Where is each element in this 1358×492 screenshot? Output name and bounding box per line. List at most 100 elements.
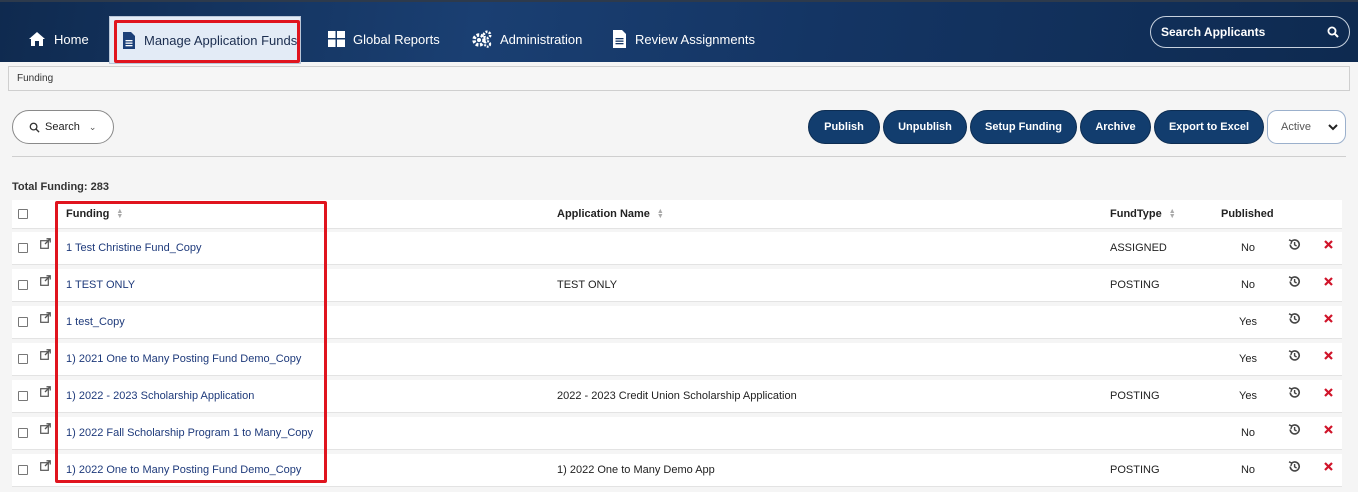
- chevron-down-icon: ⌄: [88, 121, 97, 132]
- nav-administration[interactable]: Administration: [472, 16, 582, 62]
- search-applicants-placeholder: Search Applicants: [1161, 25, 1266, 39]
- published-cell: No: [1240, 427, 1256, 439]
- row-checkbox[interactable]: [18, 354, 28, 364]
- fundtype-cell: ASSIGNED: [1110, 242, 1167, 254]
- document-icon: [123, 31, 135, 49]
- row-checkbox[interactable]: [18, 391, 28, 401]
- home-icon: [29, 32, 45, 46]
- row-checkbox[interactable]: [18, 243, 28, 253]
- search-applicants-input[interactable]: Search Applicants: [1150, 16, 1350, 48]
- row-checkbox[interactable]: [18, 428, 28, 438]
- table-row: 1 TEST ONLY TEST ONLY POSTING No: [12, 269, 1342, 302]
- select-all-checkbox[interactable]: [18, 209, 28, 219]
- row-checkbox[interactable]: [18, 280, 28, 290]
- external-link-icon[interactable]: [40, 311, 51, 323]
- external-link-icon[interactable]: [40, 274, 51, 286]
- external-link-icon[interactable]: [40, 422, 51, 434]
- table-row: 1 Test Christine Fund_Copy ASSIGNED No: [12, 232, 1342, 265]
- row-checkbox[interactable]: [18, 317, 28, 327]
- funding-link[interactable]: 1) 2022 - 2023 Scholarship Application: [66, 380, 254, 412]
- history-icon[interactable]: [1288, 423, 1301, 436]
- published-cell: No: [1240, 242, 1256, 254]
- external-link-icon[interactable]: [40, 385, 51, 397]
- application-name-cell: 1) 2022 One to Many Demo App: [557, 464, 715, 476]
- nav-manage-application-funds[interactable]: Manage Application Funds: [109, 16, 301, 64]
- publish-button[interactable]: Publish: [808, 110, 880, 144]
- external-link-icon[interactable]: [40, 237, 51, 249]
- nav-review-label: Review Assignments: [635, 31, 755, 47]
- application-name-cell: 2022 - 2023 Credit Union Scholarship App…: [557, 390, 797, 402]
- chevron-down-icon: [1328, 124, 1338, 131]
- published-cell: Yes: [1239, 390, 1257, 402]
- nav-global-reports[interactable]: Global Reports: [328, 16, 440, 62]
- column-header-published: Published: [1221, 200, 1274, 228]
- delete-icon[interactable]: [1324, 276, 1333, 286]
- table-row: 1) 2022 - 2023 Scholarship Application 20…: [12, 380, 1342, 413]
- total-funding-count: Total Funding: 283: [12, 181, 109, 193]
- history-icon[interactable]: [1288, 238, 1301, 251]
- fundtype-cell: POSTING: [1110, 464, 1160, 476]
- divider: [12, 156, 1346, 157]
- nav-home[interactable]: Home: [28, 16, 89, 62]
- funding-link[interactable]: 1) 2022 One to Many Posting Fund Demo_Co…: [66, 454, 301, 486]
- application-name-cell: TEST ONLY: [557, 279, 618, 291]
- status-select-value: Active: [1281, 121, 1311, 133]
- published-cell: No: [1240, 464, 1256, 476]
- sort-icon[interactable]: ▲ ▼: [657, 208, 664, 220]
- published-cell: Yes: [1239, 353, 1257, 365]
- table-row: 1 test_Copy Yes: [12, 306, 1342, 339]
- delete-icon[interactable]: [1324, 350, 1333, 360]
- delete-icon[interactable]: [1324, 239, 1333, 249]
- dashboard-icon: [328, 31, 345, 47]
- table-row: 1) 2021 One to Many Posting Fund Demo_Co…: [12, 343, 1342, 376]
- funding-link[interactable]: 1) 2021 One to Many Posting Fund Demo_Co…: [66, 343, 301, 375]
- funding-link[interactable]: 1 Test Christine Fund_Copy: [66, 232, 202, 264]
- fundtype-cell: POSTING: [1110, 279, 1160, 291]
- history-icon[interactable]: [1288, 349, 1301, 362]
- nav-manage-label: Manage Application Funds: [144, 32, 298, 48]
- funding-link[interactable]: 1) 2022 Fall Scholarship Program 1 to Ma…: [66, 417, 313, 449]
- column-header-funding[interactable]: Funding ▲ ▼: [66, 200, 123, 228]
- table-row: 1) 2022 Fall Scholarship Program 1 to Ma…: [12, 417, 1342, 450]
- gears-icon: [472, 30, 492, 48]
- status-select[interactable]: Active: [1267, 110, 1346, 144]
- external-link-icon[interactable]: [40, 348, 51, 360]
- nav-admin-label: Administration: [500, 31, 583, 47]
- published-cell: No: [1240, 279, 1256, 291]
- delete-icon[interactable]: [1324, 313, 1333, 323]
- table-row: 1) 2022 One to Many Posting Fund Demo_Co…: [12, 454, 1342, 487]
- export-to-excel-button[interactable]: Export to Excel: [1154, 110, 1264, 144]
- external-link-icon[interactable]: [40, 459, 51, 471]
- nav-home-label: Home: [54, 31, 89, 47]
- search-filter-label: Search: [45, 121, 80, 133]
- history-icon[interactable]: [1288, 275, 1301, 288]
- column-header-application-name[interactable]: Application Name ▲ ▼: [557, 200, 664, 228]
- delete-icon[interactable]: [1324, 424, 1333, 434]
- column-fundtype-label: FundType: [1110, 208, 1162, 220]
- row-checkbox[interactable]: [18, 465, 28, 475]
- history-icon[interactable]: [1288, 460, 1301, 473]
- search-icon: [29, 122, 40, 133]
- archive-button[interactable]: Archive: [1080, 110, 1151, 144]
- delete-icon[interactable]: [1324, 387, 1333, 397]
- delete-icon[interactable]: [1324, 461, 1333, 471]
- sort-icon[interactable]: ▲ ▼: [116, 208, 123, 220]
- search-icon[interactable]: [1327, 26, 1339, 38]
- history-icon[interactable]: [1288, 312, 1301, 325]
- sort-icon[interactable]: ▲ ▼: [1169, 208, 1176, 220]
- search-filter-button[interactable]: Search ⌄: [12, 110, 114, 144]
- breadcrumb-current: Funding: [17, 73, 54, 84]
- document-icon: [613, 30, 626, 48]
- nav-review-assignments[interactable]: Review Assignments: [612, 16, 755, 62]
- funding-link[interactable]: 1 TEST ONLY: [66, 269, 135, 301]
- unpublish-button[interactable]: Unpublish: [883, 110, 967, 144]
- funding-link[interactable]: 1 test_Copy: [66, 306, 125, 338]
- history-icon[interactable]: [1288, 386, 1301, 399]
- column-published-label: Published: [1221, 208, 1274, 220]
- top-navigation: Home Manage Application Funds Global Rep…: [0, 0, 1358, 64]
- column-app-name-label: Application Name: [557, 208, 650, 220]
- setup-funding-button[interactable]: Setup Funding: [970, 110, 1077, 144]
- column-header-fundtype[interactable]: FundType ▲ ▼: [1110, 200, 1176, 228]
- published-cell: Yes: [1239, 316, 1257, 328]
- fundtype-cell: POSTING: [1110, 390, 1160, 402]
